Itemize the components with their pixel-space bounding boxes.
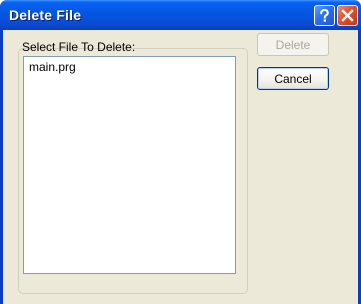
cancel-button[interactable]: Cancel — [257, 67, 329, 90]
window-title: Delete File — [9, 7, 82, 23]
delete-button[interactable]: Delete — [257, 33, 329, 56]
file-listbox[interactable]: main.prg — [23, 56, 236, 274]
question-mark-icon — [320, 8, 329, 22]
title-bar[interactable]: Delete File — [0, 0, 361, 30]
delete-file-dialog: Delete File Delete Cancel Select File To… — [0, 0, 361, 304]
close-button[interactable] — [337, 5, 358, 26]
list-item[interactable]: main.prg — [29, 60, 76, 74]
close-x-icon — [341, 9, 354, 22]
help-button[interactable] — [314, 5, 335, 26]
select-file-label: Select File To Delete: — [22, 40, 136, 54]
